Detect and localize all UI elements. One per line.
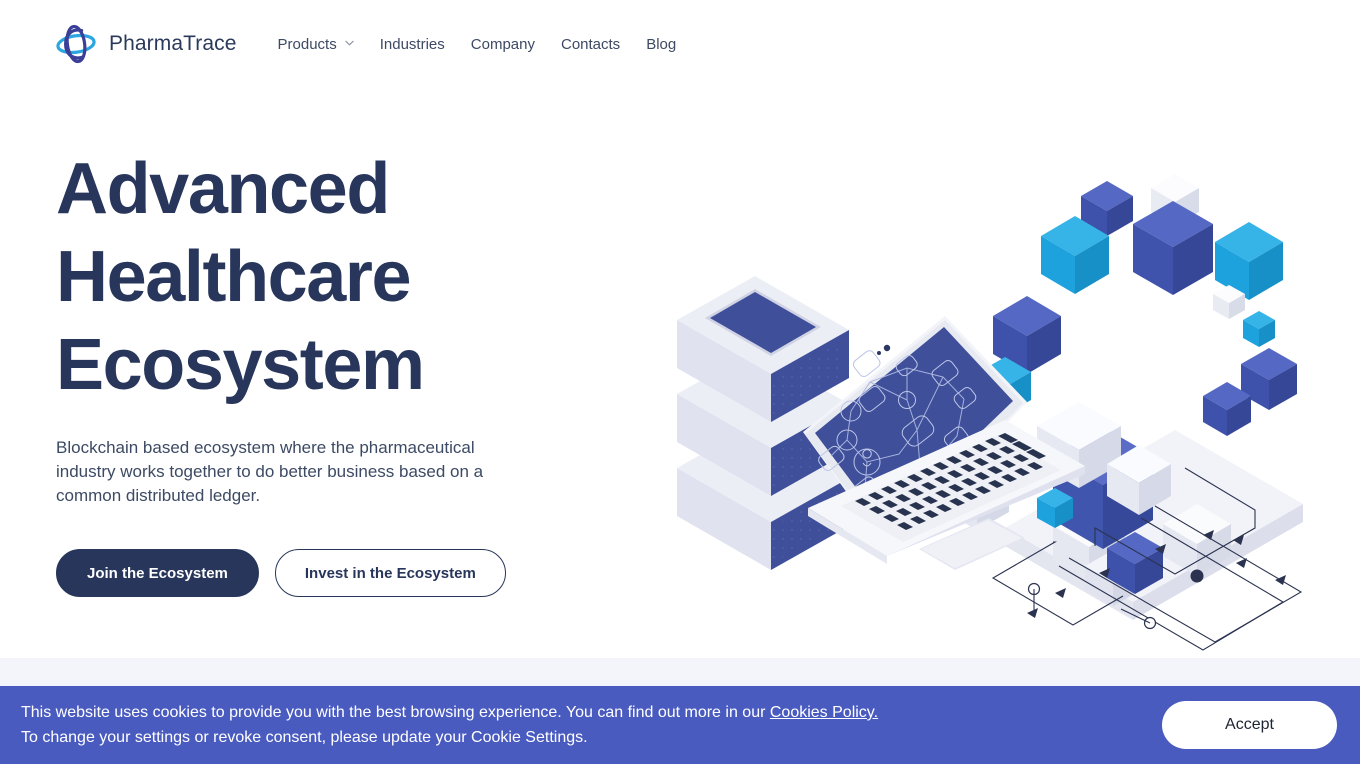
nav-label: Company xyxy=(470,35,535,53)
headline-line-3: Ecosystem xyxy=(56,325,425,405)
hero-cta-row: Join the Ecosystem Invest in the Ecosyst… xyxy=(56,549,526,597)
join-ecosystem-button[interactable]: Join the Ecosystem xyxy=(56,549,259,597)
brand-name: PharmaTrace xyxy=(109,32,237,55)
nav-item-products[interactable]: Products xyxy=(278,28,367,61)
hero-subcopy: Blockchain based ecosystem where the pha… xyxy=(56,438,484,505)
section-divider-strip xyxy=(0,658,1360,686)
nav-label: Industries xyxy=(379,35,445,53)
nav-item-industries[interactable]: Industries xyxy=(367,28,458,61)
cookie-text-part-2: To change your settings or revoke consen… xyxy=(21,729,588,746)
cookies-policy-link[interactable]: Cookies Policy. xyxy=(770,704,878,721)
nav-item-company[interactable]: Company xyxy=(458,28,548,61)
cube-cyan-small-right xyxy=(1243,311,1275,347)
cookie-consent-banner: This website uses cookies to provide you… xyxy=(0,686,1360,764)
nav-label: Contacts xyxy=(560,35,621,53)
nav-label: Blog xyxy=(646,35,677,53)
nav-item-blog[interactable]: Blog xyxy=(633,28,689,61)
nav-label: Products xyxy=(277,35,337,53)
brand-logo-link[interactable]: PharmaTrace xyxy=(56,22,237,66)
accept-cookies-button[interactable]: Accept xyxy=(1162,701,1337,749)
site-header: PharmaTrace Products Industries Company … xyxy=(0,0,1360,88)
pharmatrace-atom-logo-icon xyxy=(56,22,96,66)
hero-copy: Advanced Healthcare Ecosystem Blockchain… xyxy=(56,145,526,597)
page-title: Advanced Healthcare Ecosystem xyxy=(56,145,526,409)
main-navigation: Products Industries Company Contacts Blo… xyxy=(278,28,690,61)
cookie-text-part-1: This website uses cookies to provide you… xyxy=(21,704,770,721)
chevron-down-icon xyxy=(345,40,354,49)
cookie-banner-text: This website uses cookies to provide you… xyxy=(21,700,878,750)
nav-item-contacts[interactable]: Contacts xyxy=(548,28,633,61)
headline-line-1: Advanced xyxy=(56,149,390,229)
page-root: PharmaTrace Products Industries Company … xyxy=(0,0,1360,764)
cube-blue-large-top xyxy=(1133,201,1213,295)
headline-line-2: Healthcare xyxy=(56,237,412,317)
invest-ecosystem-button[interactable]: Invest in the Ecosystem xyxy=(274,549,506,597)
hero-illustration xyxy=(655,168,1325,688)
hero-section: Advanced Healthcare Ecosystem Blockchain… xyxy=(0,88,1360,658)
